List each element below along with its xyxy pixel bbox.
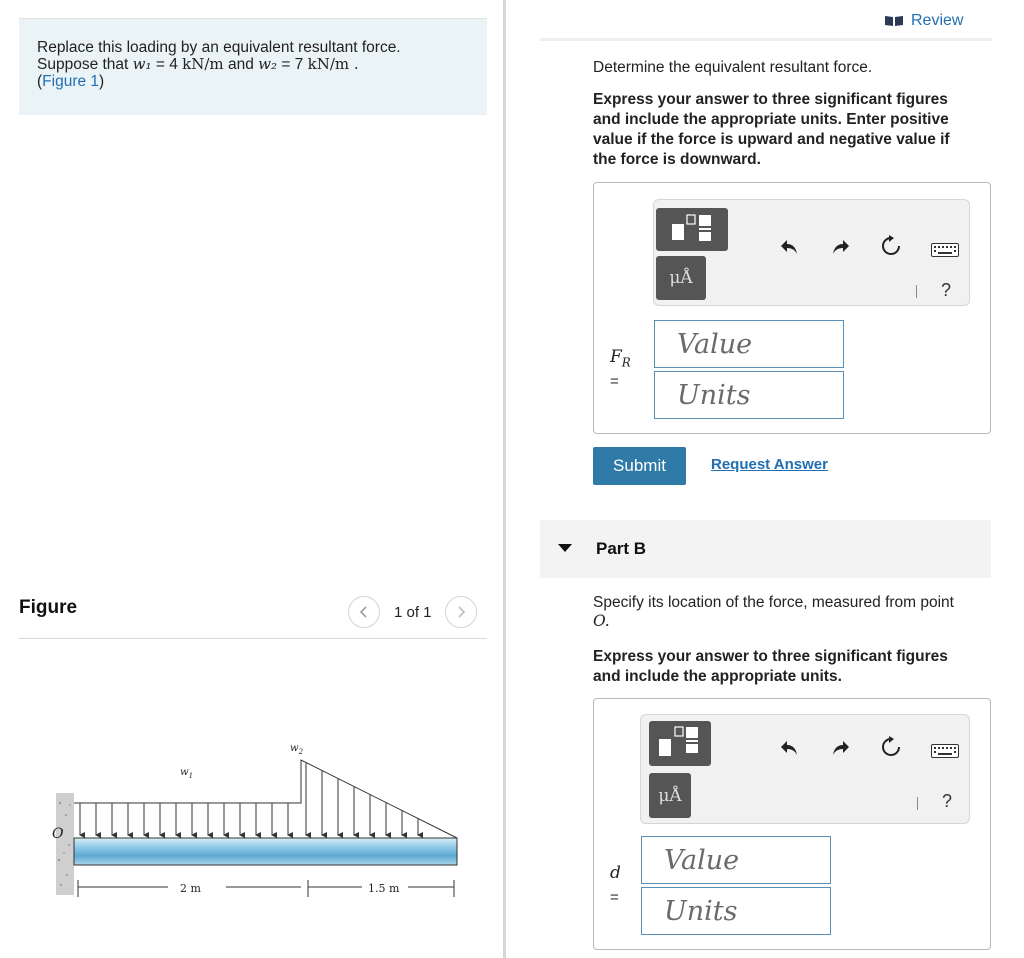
help-button[interactable]: ? xyxy=(942,791,952,812)
divider xyxy=(540,38,992,41)
reset-icon xyxy=(882,235,900,255)
help-button[interactable]: ? xyxy=(941,280,951,301)
keyboard-button[interactable] xyxy=(931,743,959,759)
d-value-input[interactable] xyxy=(642,837,830,883)
beam-figure: O w1 w2 2 m 1.5 m xyxy=(52,743,458,897)
w2-symbol: w₂ xyxy=(258,55,277,73)
toolbar-separator xyxy=(917,797,918,810)
part-a-instructions: Express your answer to three significant… xyxy=(593,91,950,168)
problem-line-2: Suppose that w₁ = 4 kN/m and w₂ = 7 kN/m… xyxy=(37,55,359,74)
book-icon xyxy=(885,16,903,26)
review-link[interactable]: Review xyxy=(884,12,963,30)
figure-link[interactable]: Figure 1 xyxy=(42,73,99,90)
part-b-instructions: Express your answer to three significant… xyxy=(593,648,948,685)
next-figure-button[interactable] xyxy=(444,596,477,628)
figure-pager: 1 of 1 xyxy=(348,596,477,628)
undo-button[interactable] xyxy=(778,236,800,258)
d-units-input[interactable] xyxy=(642,888,830,934)
math-toolbar: μÅ ? xyxy=(640,714,970,824)
d-variable-label: d xyxy=(610,863,621,883)
span-1.5m-label: 1.5 m xyxy=(368,882,400,895)
undo-icon xyxy=(781,741,797,755)
part-a-answer-box: μÅ ? FR = xyxy=(593,182,991,434)
undo-icon xyxy=(781,240,797,254)
beam xyxy=(73,837,458,866)
templates-icon xyxy=(659,726,698,756)
fr-variable-label: FR xyxy=(610,347,631,370)
templates-icon xyxy=(672,214,711,241)
fr-units-field[interactable] xyxy=(654,371,844,419)
wall-support xyxy=(56,793,74,895)
keyboard-icon xyxy=(931,744,959,758)
equals-sign: = xyxy=(610,889,619,906)
figure-count: 1 of 1 xyxy=(394,603,432,621)
chevron-left-icon xyxy=(359,606,367,618)
part-a-prompt: Determine the equivalent resultant force… xyxy=(593,59,873,76)
units-button[interactable]: μÅ xyxy=(656,256,706,300)
prev-figure-button[interactable] xyxy=(348,596,380,628)
keyboard-button[interactable] xyxy=(931,242,959,258)
submit-button[interactable]: Submit xyxy=(593,447,686,485)
divider xyxy=(19,638,487,639)
part-b-prompt: Specify its location of the force, measu… xyxy=(593,594,954,630)
units-button[interactable]: μÅ xyxy=(649,773,691,818)
w1-load-label: w1 xyxy=(180,767,193,780)
part-b-header[interactable]: Part B xyxy=(540,520,991,578)
column-divider xyxy=(503,0,506,958)
review-label: Review xyxy=(911,12,964,29)
redo-button[interactable] xyxy=(830,236,852,258)
d-value-field[interactable] xyxy=(641,836,831,884)
part-b-title: Part B xyxy=(596,539,647,558)
templates-button[interactable] xyxy=(649,721,711,766)
problem-line-1: Replace this loading by an equivalent re… xyxy=(37,39,401,56)
span-2m-label: 2 m xyxy=(180,882,201,895)
toolbar-separator xyxy=(916,285,917,298)
request-answer-link[interactable]: Request Answer xyxy=(711,456,828,473)
problem-line-3: (Figure 1) xyxy=(37,73,105,90)
caret-down-icon xyxy=(558,544,572,552)
part-b-answer-box: μÅ ? d = xyxy=(593,698,991,950)
templates-button[interactable] xyxy=(656,208,728,251)
w2-load-label: w2 xyxy=(290,743,304,756)
d-units-field[interactable] xyxy=(641,887,831,935)
undo-button[interactable] xyxy=(778,737,800,759)
chevron-right-icon xyxy=(457,606,465,618)
load-arrows xyxy=(79,763,423,838)
math-toolbar: μÅ ? xyxy=(653,199,970,306)
redo-icon xyxy=(833,741,849,755)
point-o-label: O xyxy=(52,826,64,842)
w1-symbol: w₁ xyxy=(132,55,152,73)
load-outline xyxy=(74,759,458,839)
figure-title: Figure xyxy=(19,597,78,618)
problem-statement: Replace this loading by an equivalent re… xyxy=(19,19,487,115)
equals-sign: = xyxy=(610,373,619,390)
fr-value-input[interactable] xyxy=(655,321,843,367)
reset-button[interactable] xyxy=(879,735,903,759)
reset-button[interactable] xyxy=(879,234,903,258)
redo-button[interactable] xyxy=(830,737,852,759)
keyboard-icon xyxy=(931,243,959,257)
redo-icon xyxy=(833,240,849,254)
fr-units-input[interactable] xyxy=(655,372,843,418)
fr-value-field[interactable] xyxy=(654,320,844,368)
reset-icon xyxy=(882,736,900,756)
